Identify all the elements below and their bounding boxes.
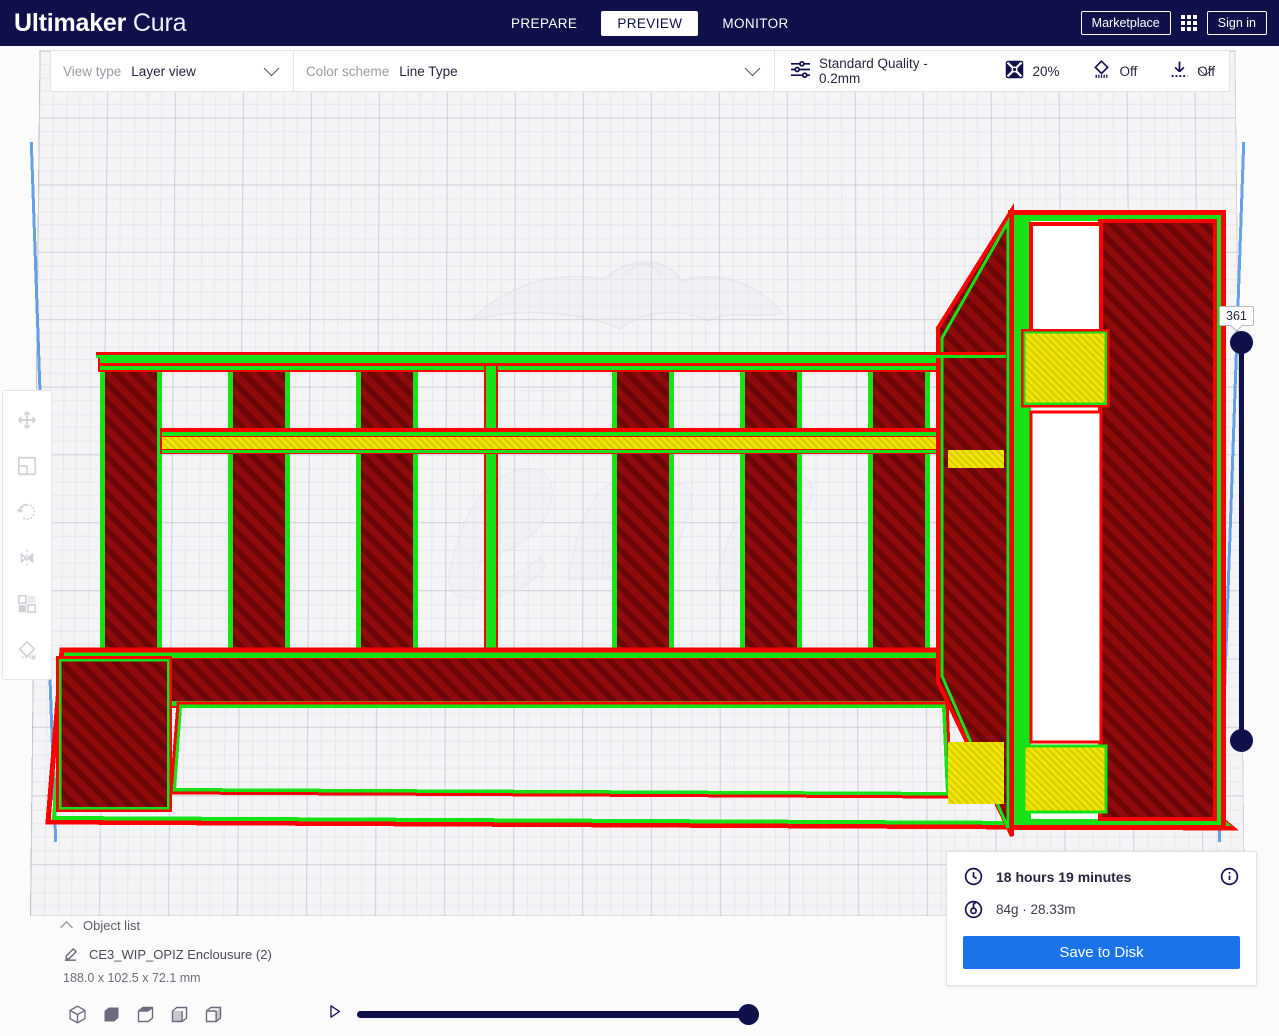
sign-in-button[interactable]: Sign in <box>1206 11 1267 35</box>
info-circle-icon[interactable] <box>1219 866 1240 892</box>
rotate-icon <box>17 503 36 520</box>
model-tools-toolbar <box>2 390 52 680</box>
3d-viewport[interactable]: 361 Object list CE3_WIP_OPIZ Enclousure … <box>0 46 1279 1036</box>
material-row: 84g · 28.33m <box>963 899 1240 920</box>
object-list-panel: Object list CE3_WIP_OPIZ Enclousure (2) … <box>60 912 392 985</box>
view-type-label: View type <box>63 63 122 79</box>
layer-slider-lower-handle[interactable] <box>1230 729 1253 752</box>
view-type-value: Layer view <box>131 63 196 79</box>
object-dimensions: 188.0 x 102.5 x 72.1 mm <box>63 971 201 985</box>
mirror-tool[interactable] <box>9 539 45 577</box>
support-blocker-tool[interactable] <box>9 631 45 669</box>
tab-prepare[interactable]: PREPARE <box>495 11 593 36</box>
simulation-slider-track[interactable] <box>357 1010 755 1018</box>
support-item[interactable]: Off <box>1091 59 1137 83</box>
simulation-controls <box>326 1003 1279 1025</box>
print-time-value: 18 hours 19 minutes <box>996 868 1132 885</box>
layer-slider[interactable]: 361 <box>1219 286 1265 756</box>
header-actions: Marketplace Sign in <box>1080 0 1267 46</box>
grid-apps-icon[interactable] <box>1180 15 1197 31</box>
infill-icon <box>1004 59 1025 83</box>
support-value: Off <box>1119 63 1138 79</box>
view-right[interactable] <box>200 1001 226 1027</box>
play-triangle-icon[interactable] <box>326 1003 343 1025</box>
simulation-slider[interactable] <box>357 1003 759 1025</box>
rotate-tool[interactable] <box>9 493 45 531</box>
tab-monitor[interactable]: MONITOR <box>706 11 804 36</box>
view-type-selector[interactable]: View type Layer view <box>51 51 293 91</box>
support-blocker-icon <box>18 640 36 660</box>
chevron-up-icon[interactable] <box>60 920 73 934</box>
object-list-header[interactable]: Object list <box>60 912 392 938</box>
stage-tab-bar: PREPARE PREVIEW MONITOR <box>495 0 805 46</box>
cube-left-icon <box>171 1006 187 1022</box>
logo-brand-light: Cura <box>132 8 187 37</box>
simulation-slider-handle[interactable] <box>738 1003 759 1025</box>
infill-item[interactable]: 20% <box>1004 59 1059 83</box>
color-scheme-value: Line Type <box>399 63 458 79</box>
cube-front-icon <box>104 1007 118 1021</box>
bottom-toolbar <box>0 992 1279 1036</box>
per-model-settings-tool[interactable] <box>9 585 45 623</box>
chevron-down-icon[interactable] <box>263 60 280 77</box>
pencil-icon <box>64 948 77 961</box>
quality-value: Standard Quality - 0.2mm <box>819 56 928 86</box>
chevron-down-icon[interactable] <box>744 60 761 77</box>
infill-value: 20% <box>1032 63 1060 79</box>
scale-icon <box>17 456 37 476</box>
cube-3d-icon <box>68 1004 86 1024</box>
color-scheme-label: Color scheme <box>306 63 390 79</box>
layer-slider-track[interactable] <box>1239 342 1244 740</box>
spool-icon <box>964 900 983 919</box>
view-front[interactable] <box>98 1001 124 1027</box>
layer-slider-upper-handle[interactable] <box>1230 331 1253 354</box>
move-arrows-icon <box>18 411 36 429</box>
quality-item[interactable]: Standard Quality - 0.2mm <box>789 56 966 86</box>
scale-tool[interactable] <box>9 447 45 485</box>
object-name: CE3_WIP_OPIZ Enclousure (2) <box>89 947 272 962</box>
layer-slider-value: 361 <box>1219 306 1254 326</box>
mirror-icon <box>20 549 34 567</box>
support-icon <box>1091 59 1112 83</box>
material-value: 84g · 28.33m <box>996 902 1076 917</box>
clock-icon <box>964 867 983 886</box>
tab-preview[interactable]: PREVIEW <box>601 10 699 36</box>
print-settings-sliders-icon <box>789 60 812 82</box>
cube-right-icon <box>205 1006 221 1022</box>
cube-top-icon <box>137 1006 153 1022</box>
per-model-settings-icon <box>17 594 37 614</box>
save-to-disk-button[interactable]: Save to Disk <box>963 936 1240 969</box>
object-list-item[interactable]: CE3_WIP_OPIZ Enclousure (2) <box>62 946 392 963</box>
camera-view-buttons <box>64 1001 226 1027</box>
marketplace-button[interactable]: Marketplace <box>1080 11 1171 35</box>
view-top[interactable] <box>132 1001 158 1027</box>
object-list-title: Object list <box>83 917 141 933</box>
build-plate-grid <box>30 50 1245 917</box>
app-header: Ultimaker Cura PREPARE PREVIEW MONITOR M… <box>0 0 1279 46</box>
print-time-row: 18 hours 19 minutes <box>963 866 1240 887</box>
view-3d[interactable] <box>64 1001 90 1027</box>
cura-window: Ultimaker Cura PREPARE PREVIEW MONITOR M… <box>0 0 1279 1036</box>
move-tool[interactable] <box>9 401 45 439</box>
adhesion-icon <box>1169 59 1190 83</box>
view-left[interactable] <box>166 1001 192 1027</box>
settings-bar: View type Layer view Color scheme Line T… <box>50 50 1230 92</box>
logo-brand-bold: Ultimaker <box>14 8 127 37</box>
print-info-panel: 18 hours 19 minutes 84g · 28.33m Save to… <box>946 851 1257 986</box>
app-logo: Ultimaker Cura <box>14 9 186 38</box>
color-scheme-selector[interactable]: Color scheme Line Type <box>294 51 774 91</box>
print-setup-selector[interactable]: Standard Quality - 0.2mm 20% Off Off <box>775 51 1229 91</box>
